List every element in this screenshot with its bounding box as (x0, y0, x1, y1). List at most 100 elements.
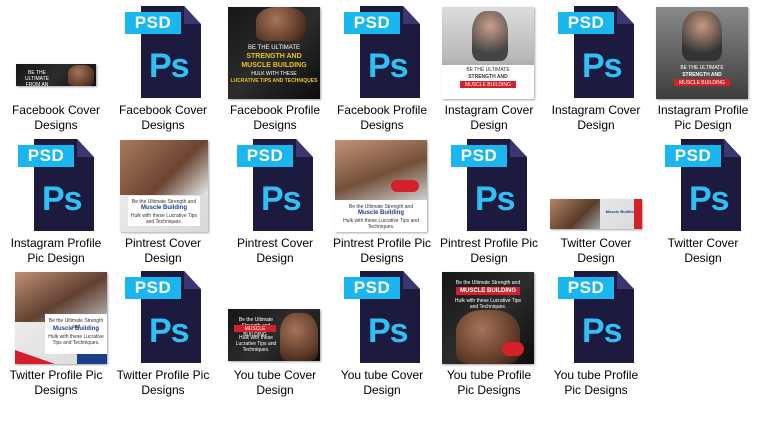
athlete-image (68, 65, 94, 86)
file-label: Instagram Cover Design (551, 103, 641, 132)
athlete-image (256, 7, 306, 41)
file-label: Facebook Cover Designs (118, 103, 208, 132)
image-thumbnail: Be the Ultimate Strength and Muscle Buil… (335, 140, 427, 232)
file-label: Facebook Profile Designs (336, 103, 428, 132)
thumbnail: PSD Ps (111, 2, 215, 102)
psd-badge: PSD (665, 145, 721, 167)
image-thumbnail: Be the Ultimate Strength and Muscle Buil… (120, 140, 208, 232)
photoshop-logo: Ps (42, 180, 83, 218)
thumbnail: Be the Ultimate Strength and Muscle Buil… (111, 135, 215, 235)
file-facebook-profile-psd[interactable]: PSD Ps Facebook Profile Designs (330, 2, 434, 132)
file-facebook-cover-jpg[interactable]: BE THE ULTIMATE FROM AN Facebook Cover D… (4, 2, 108, 132)
psd-file-icon: PSD Ps (558, 6, 634, 98)
file-label: Instagram Profile Pic Design (657, 103, 749, 132)
thumbnail: PSD Ps (330, 267, 434, 367)
image-thumbnail: Be the Ultimate Strength and Muscle Buil… (15, 272, 107, 364)
photoshop-logo: Ps (149, 47, 190, 85)
file-label: Instagram Profile Pic Design (10, 236, 102, 265)
psd-badge: PSD (344, 12, 400, 34)
file-youtube-profile-psd[interactable]: PSD Ps You tube Profile Pic Designs (544, 267, 648, 397)
file-instagram-profile-psd[interactable]: PSD Ps Instagram Profile Pic Design (4, 135, 108, 265)
thumb-caption: BE THE ULTIMATE (466, 67, 510, 73)
thumb-caption: MUSCLE BUILDING (679, 80, 725, 86)
psd-file-icon: PSD Ps (451, 139, 527, 231)
psd-file-icon: PSD Ps (344, 6, 420, 98)
file-facebook-cover-psd[interactable]: PSD Ps Facebook Cover Designs (111, 2, 215, 132)
file-pintrest-cover-psd[interactable]: PSD Ps Pintrest Cover Design (223, 135, 327, 265)
file-facebook-profile-jpg[interactable]: BE THE ULTIMATE STRENGTH AND MUSCLE BUIL… (223, 2, 327, 132)
thumb-caption: HULK WITH THESE (251, 71, 297, 77)
athlete-image (682, 11, 722, 61)
thumbnail: Be the Ultimate Strength and MUSCLE BUIL… (437, 267, 541, 367)
thumb-caption: BE THE ULTIMATE (247, 45, 300, 51)
thumb-caption: Hulk with these Lucrative Tips and Techn… (454, 298, 522, 310)
thumbnail: BE THE ULTIMATE STRENGTH AND MUSCLE BUIL… (651, 2, 755, 102)
file-label: Pintrest Cover Design (236, 236, 314, 265)
athlete-image (472, 11, 508, 61)
psd-badge: PSD (451, 145, 507, 167)
file-label: You tube Cover Design (340, 368, 424, 397)
file-label: Twitter Profile Pic Designs (9, 368, 103, 397)
file-youtube-cover-jpg[interactable]: Be the Ultimate Strength and MUSCLE BUIL… (223, 267, 327, 397)
psd-badge: PSD (125, 277, 181, 299)
thumbnail: BE THE ULTIMATE STRENGTH AND MUSCLE BUIL… (437, 2, 541, 102)
thumb-caption: STRENGTH AND (246, 53, 302, 60)
photoshop-logo: Ps (261, 180, 302, 218)
thumbnail: PSD Ps (111, 267, 215, 367)
file-twitter-cover-jpg[interactable]: Muscle Building Twitter Cover Design (544, 135, 648, 265)
file-instagram-cover-jpg[interactable]: BE THE ULTIMATE STRENGTH AND MUSCLE BUIL… (437, 2, 541, 132)
thumb-caption: BE THE ULTIMATE (680, 65, 724, 71)
file-label: Twitter Cover Design (560, 236, 632, 265)
thumbnail: Be the Ultimate Strength and MUSCLE BUIL… (223, 267, 327, 367)
file-instagram-cover-psd[interactable]: PSD Ps Instagram Cover Design (544, 2, 648, 132)
psd-badge: PSD (237, 145, 293, 167)
photoshop-logo: Ps (582, 312, 623, 350)
thumbnail: PSD Ps (651, 135, 755, 235)
file-pintrest-profile-psd[interactable]: PSD Ps Pintrest Profile Pic Design (437, 135, 541, 265)
file-youtube-profile-jpg[interactable]: Be the Ultimate Strength and MUSCLE BUIL… (437, 267, 541, 397)
image-thumbnail: BE THE ULTIMATE STRENGTH AND MUSCLE BUIL… (656, 7, 748, 99)
photoshop-logo: Ps (475, 180, 516, 218)
file-label: Facebook Cover Designs (11, 103, 101, 132)
file-label: Twitter Cover Design (667, 236, 739, 265)
thumb-caption: Muscle Building (140, 205, 187, 211)
thumbnail: PSD Ps (4, 135, 108, 235)
athlete-image (120, 140, 208, 195)
psd-badge: PSD (344, 277, 400, 299)
athlete-image (550, 199, 600, 229)
image-thumbnail: BE THE ULTIMATE STRENGTH AND MUSCLE BUIL… (442, 7, 534, 99)
file-label: Pintrest Profile Pic Designs (332, 236, 432, 265)
thumb-caption: Muscle Building (52, 326, 99, 332)
file-twitter-cover-psd[interactable]: PSD Ps Twitter Cover Design (651, 135, 755, 265)
psd-file-icon: PSD Ps (237, 139, 313, 231)
file-twitter-profile-psd[interactable]: PSD Ps Twitter Profile Pic Designs (111, 267, 215, 397)
thumb-caption: STRENGTH AND (682, 72, 722, 78)
file-label: Pintrest Profile Pic Design (439, 236, 539, 265)
thumb-caption: Hulk with these Lucrative Tips and Techn… (48, 334, 104, 346)
thumb-caption: MUSCLE BUILDING (241, 62, 307, 69)
image-thumbnail: BE THE ULTIMATE STRENGTH AND MUSCLE BUIL… (228, 7, 320, 99)
thumb-caption: MUSCLE BUILDING (460, 288, 516, 294)
file-instagram-profile-jpg[interactable]: BE THE ULTIMATE STRENGTH AND MUSCLE BUIL… (651, 2, 755, 132)
psd-file-icon: PSD Ps (665, 139, 741, 231)
file-pintrest-cover-jpg[interactable]: Be the Ultimate Strength and Muscle Buil… (111, 135, 215, 265)
thumbnail: PSD Ps (544, 2, 648, 102)
thumb-caption: Muscle Building (357, 210, 404, 216)
file-pintrest-profile-jpg[interactable]: Be the Ultimate Strength and Muscle Buil… (330, 135, 434, 265)
thumb-caption: BE THE ULTIMATE FROM AN (25, 70, 49, 86)
file-youtube-cover-psd[interactable]: PSD Ps You tube Cover Design (330, 267, 434, 397)
thumbnail: Be the Ultimate Strength and Muscle Buil… (4, 267, 108, 367)
thumbnail: PSD Ps (437, 135, 541, 235)
thumb-caption: LUCRATIVE TIPS AND TECHNIQUES (230, 78, 318, 84)
thumb-caption: Hulk with these Lucrative Tips and Techn… (343, 218, 419, 230)
image-thumbnail: Be the Ultimate Strength and MUSCLE BUIL… (228, 309, 320, 361)
psd-badge: PSD (125, 12, 181, 34)
file-twitter-profile-jpg[interactable]: Be the Ultimate Strength and Muscle Buil… (4, 267, 108, 397)
psd-file-icon: PSD Ps (18, 139, 94, 231)
file-label: Facebook Profile Designs (229, 103, 321, 132)
image-thumbnail: Be the Ultimate Strength and MUSCLE BUIL… (442, 272, 534, 364)
photoshop-logo: Ps (582, 47, 623, 85)
thumb-caption: Hulk with these Lucrative Tips and Techn… (130, 213, 198, 225)
photoshop-logo: Ps (689, 180, 730, 218)
psd-badge: PSD (558, 12, 614, 34)
